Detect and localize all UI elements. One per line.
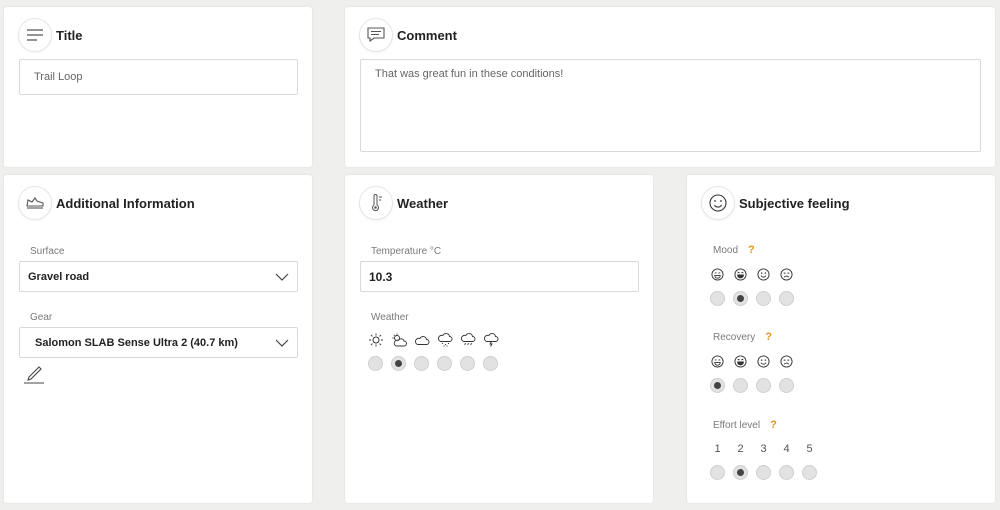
title-card-header: Title — [18, 18, 83, 52]
surface-value: Gravel road — [28, 270, 90, 283]
title-input[interactable]: Trail Loop — [19, 59, 298, 95]
snow-cloud-icon — [437, 333, 452, 347]
weather-card: Weather Temperature °C 10.3 Weather — [345, 175, 653, 503]
sad-face-icon — [780, 268, 793, 281]
surface-label: Surface — [30, 246, 65, 257]
sun-icon — [368, 333, 383, 347]
effort-level-number: 2 — [737, 443, 744, 455]
shoe-icon — [18, 186, 52, 220]
sad-face-icon — [780, 355, 793, 368]
happy-face-icon — [757, 268, 770, 281]
recovery-radio-row — [706, 378, 798, 393]
recovery-label: Recovery — [713, 331, 756, 343]
chevron-down-icon — [275, 273, 289, 281]
recovery-radio[interactable] — [779, 378, 794, 393]
comment-card: Comment That was great fun in these cond… — [345, 7, 995, 167]
mood-radio[interactable] — [710, 291, 725, 306]
subjective-feeling-card: Subjective feeling Mood ? Recovery ? Eff… — [687, 175, 995, 503]
rain-cloud-icon — [460, 333, 475, 346]
effort-level-number: 3 — [760, 443, 767, 455]
weather-radio-thunder[interactable] — [483, 356, 498, 371]
partly-sunny-icon — [392, 333, 407, 347]
thermometer-icon — [359, 186, 393, 220]
weather-radio-sun[interactable] — [368, 356, 383, 371]
effort-radio[interactable] — [779, 465, 794, 480]
laughing-face-icon — [734, 355, 747, 368]
comment-card-header: Comment — [359, 18, 457, 52]
recovery-radio[interactable] — [733, 378, 748, 393]
surface-select[interactable]: Gravel road — [19, 261, 298, 292]
effort-radio-row — [706, 465, 821, 480]
comment-textarea[interactable]: That was great fun in these conditions! — [360, 59, 981, 152]
feeling-card-header: Subjective feeling — [701, 186, 850, 220]
effort-radio[interactable] — [733, 465, 748, 480]
edit-pencil-icon[interactable] — [23, 362, 45, 384]
effort-level-number: 4 — [783, 443, 790, 455]
comment-card-heading: Comment — [397, 27, 457, 43]
effort-label: Effort level — [713, 419, 761, 431]
menu-lines-icon — [18, 18, 52, 52]
gear-label: Gear — [30, 312, 53, 323]
recovery-radio[interactable] — [710, 378, 725, 393]
happy-face-icon — [757, 355, 770, 368]
mood-radio[interactable] — [756, 291, 771, 306]
additional-card-header: Additional Information — [18, 186, 195, 220]
additional-card-heading: Additional Information — [56, 195, 195, 211]
title-card-heading: Title — [56, 27, 83, 43]
gear-select[interactable]: Salomon SLAB Sense Ultra 2 (40.7 km) — [19, 327, 298, 358]
weather-radio-rain[interactable] — [460, 356, 475, 371]
weather-card-header: Weather — [359, 186, 448, 220]
recovery-help-icon[interactable]: ? — [765, 331, 772, 343]
comment-icon — [359, 18, 393, 52]
chevron-down-icon — [275, 339, 289, 347]
recovery-radio[interactable] — [756, 378, 771, 393]
smile-face-icon — [711, 268, 724, 281]
effort-radio[interactable] — [802, 465, 817, 480]
smiley-icon — [701, 186, 735, 220]
gear-value: Salomon SLAB Sense Ultra 2 (40.7 km) — [35, 336, 238, 349]
mood-radio-row — [706, 291, 798, 306]
weather-radio-snow[interactable] — [437, 356, 452, 371]
feeling-card-heading: Subjective feeling — [739, 195, 850, 211]
temperature-label: Temperature °C — [371, 246, 442, 257]
laughing-face-icon — [734, 268, 747, 281]
temperature-input[interactable]: 10.3 — [360, 261, 639, 292]
recovery-label-row: Recovery ? — [713, 331, 772, 343]
smile-face-icon — [711, 355, 724, 368]
effort-level-number: 5 — [806, 443, 813, 455]
weather-radio-cloud[interactable] — [414, 356, 429, 371]
recovery-faces-row — [706, 355, 798, 368]
thunder-cloud-icon — [483, 333, 498, 347]
weather-icons-row — [364, 333, 502, 347]
effort-level-number: 1 — [714, 443, 721, 455]
effort-radio[interactable] — [710, 465, 725, 480]
mood-radio[interactable] — [733, 291, 748, 306]
weather-radio-row — [364, 356, 502, 371]
title-card: Title Trail Loop — [4, 7, 312, 167]
weather-label: Weather — [371, 312, 409, 323]
mood-help-icon[interactable]: ? — [748, 244, 755, 256]
effort-radio[interactable] — [756, 465, 771, 480]
effort-numbers-row: 1 2 3 4 5 — [706, 443, 821, 455]
effort-label-row: Effort level ? — [713, 419, 777, 431]
additional-info-card: Additional Information Surface Gravel ro… — [4, 175, 312, 503]
mood-faces-row — [706, 268, 798, 281]
effort-help-icon[interactable]: ? — [770, 419, 777, 431]
weather-card-heading: Weather — [397, 195, 449, 211]
mood-label-row: Mood ? — [713, 244, 755, 256]
mood-label: Mood — [713, 244, 739, 256]
mood-radio[interactable] — [779, 291, 794, 306]
cloud-icon — [414, 336, 429, 345]
weather-radio-partly-sunny[interactable] — [391, 356, 406, 371]
